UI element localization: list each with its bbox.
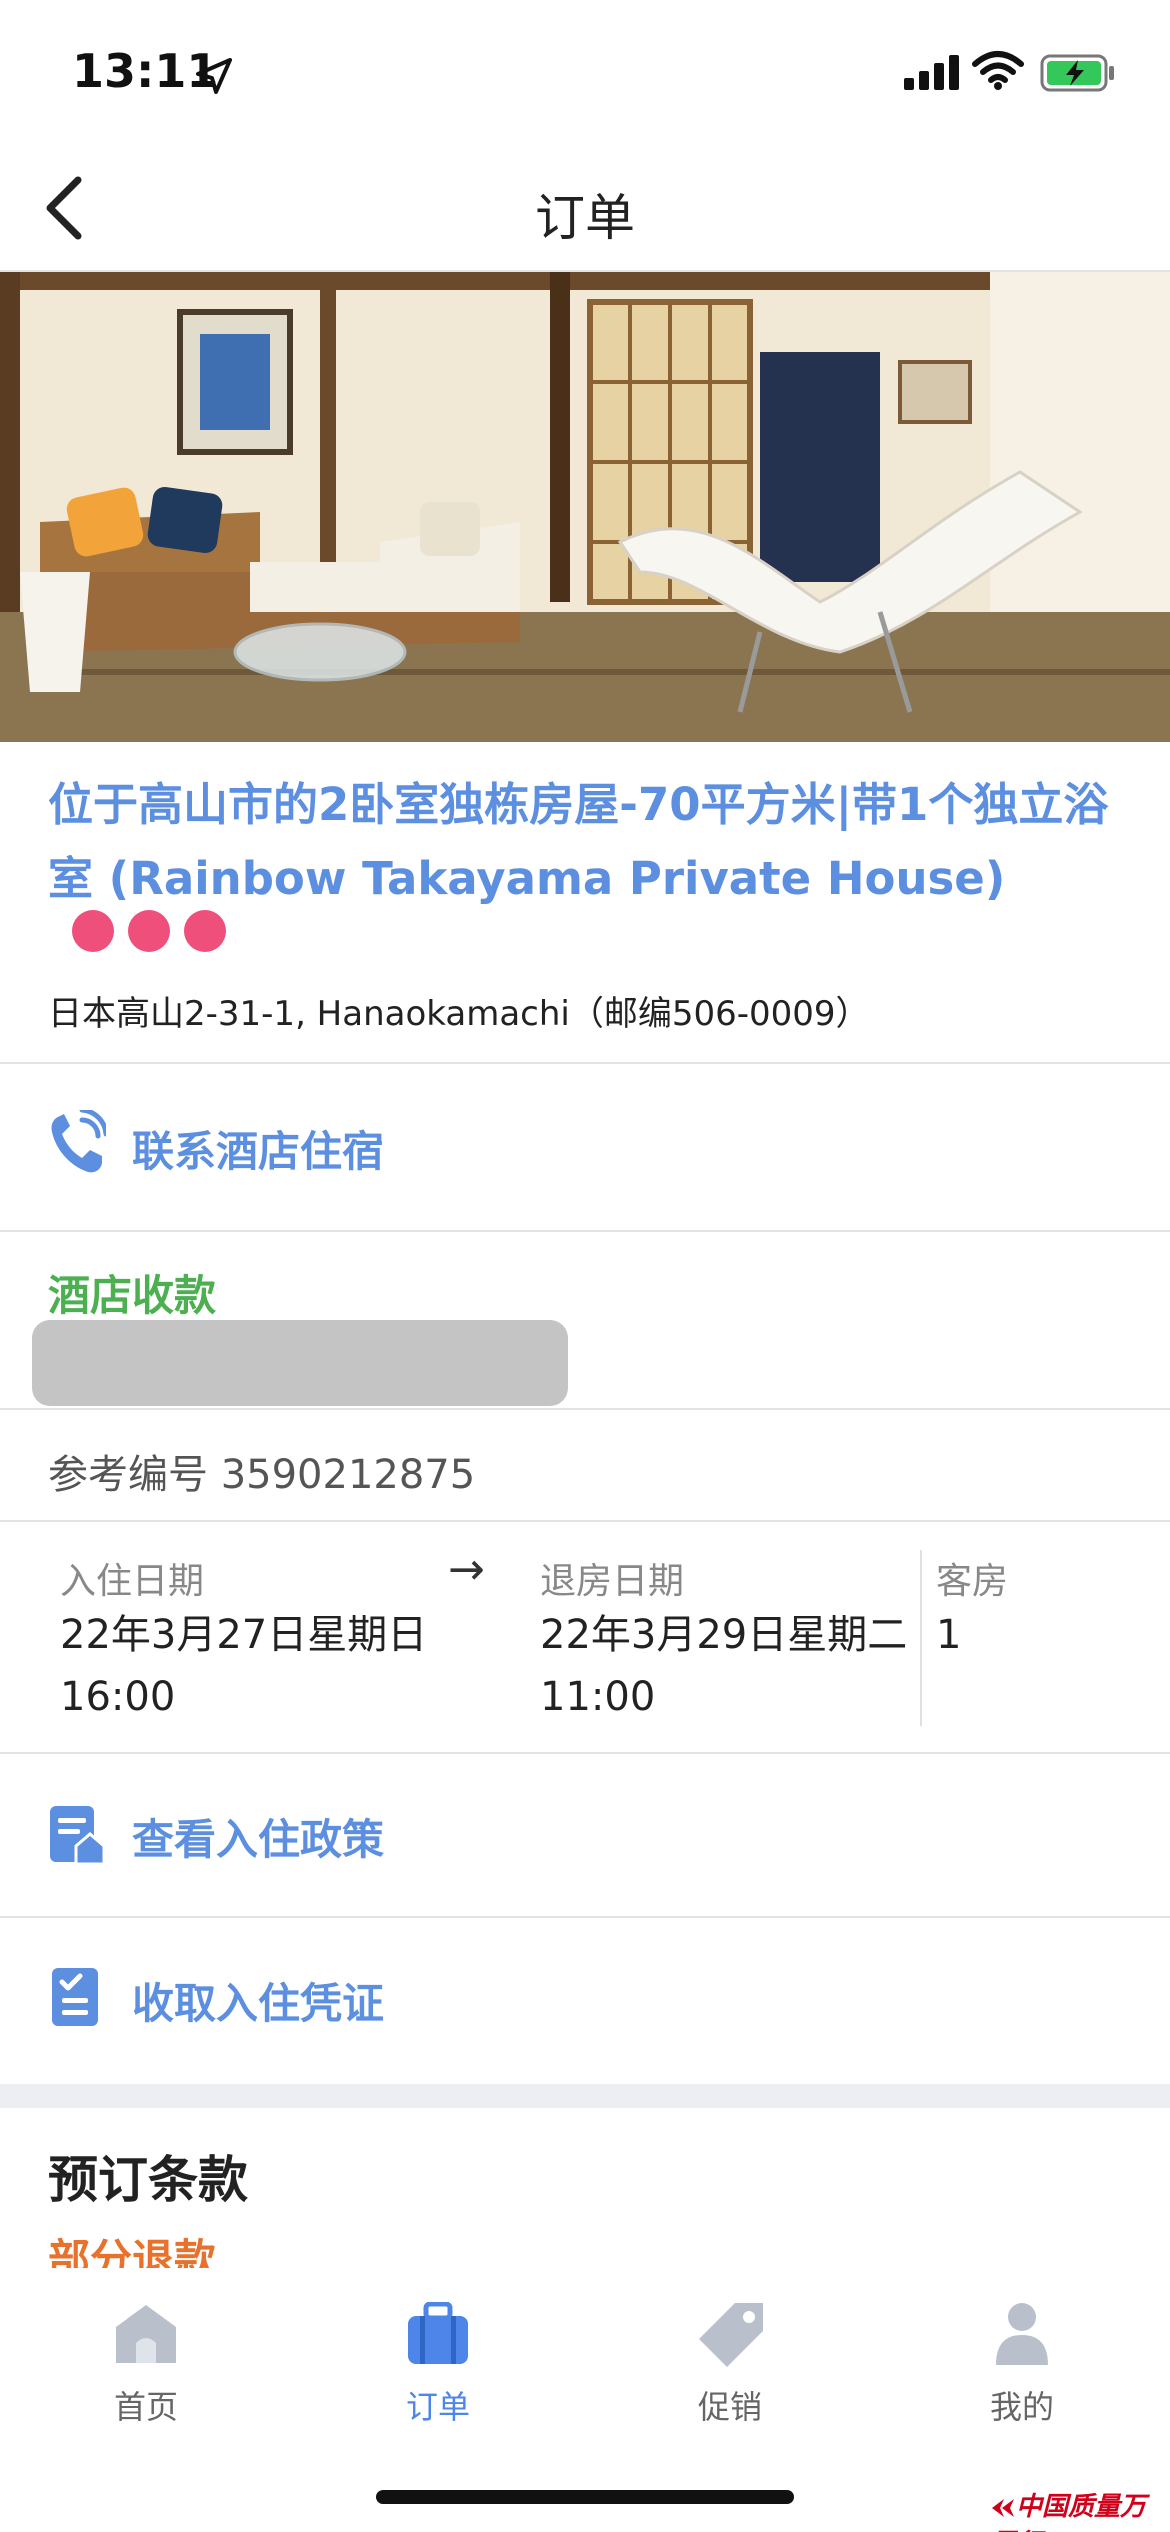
tab-profile[interactable]: 我的: [922, 2296, 1122, 2428]
room-illustration: [0, 272, 1170, 742]
checkin-label: 入住日期: [60, 1561, 205, 1602]
contact-hotel-row[interactable]: 联系酒店住宿: [0, 1064, 1170, 1232]
tab-home[interactable]: 首页: [46, 2296, 246, 2428]
tab-promotions[interactable]: 促销: [630, 2296, 830, 2428]
briefcase-icon: [408, 2302, 468, 2364]
tab-home-label: 首页: [113, 2388, 178, 2426]
tag-icon: [699, 2303, 763, 2367]
checkin-voucher-label: 收取入住凭证: [132, 1979, 385, 2028]
battery-charging-icon: [1040, 54, 1114, 92]
section-gap: [0, 2084, 1170, 2108]
page-title: 订单: [535, 189, 635, 247]
divider: [920, 1550, 922, 1726]
rating-dot: [72, 910, 114, 952]
checkin-date: 22年3月27日星期日: [60, 1612, 428, 1658]
checkout-date: 22年3月29日星期二: [540, 1612, 908, 1658]
stay-dates: 入住日期 22年3月27日星期日 16:00 → 退房日期 22年3月29日星期…: [0, 1522, 1170, 1754]
booking-terms-title: 预订条款: [48, 2151, 248, 2209]
rating-dots: [72, 910, 240, 952]
voucher-checklist-icon: [52, 1968, 98, 2026]
hotel-photo[interactable]: [0, 272, 1170, 742]
hotel-name[interactable]: 位于高山市的2卧室独栋房屋-70平方米|带1个独立浴室 (Rainbow Tak…: [48, 768, 1128, 916]
refund-policy-label: 部分退款: [48, 2235, 217, 2270]
redacted-block: [32, 1320, 568, 1406]
checkin-policy-row[interactable]: 查看入住政策: [0, 1754, 1170, 1918]
tab-promotions-label: 促销: [697, 2388, 762, 2426]
reference-number: 参考编号 3590212875: [48, 1452, 476, 1498]
checkin-policy-label: 查看入住政策: [132, 1815, 385, 1864]
rating-dot: [184, 910, 226, 952]
checkin-voucher-row[interactable]: 收取入住凭证: [0, 1918, 1170, 2084]
arrow-right-icon: →: [448, 1544, 485, 1595]
phone-icon: [51, 1110, 106, 1173]
tab-profile-label: 我的: [989, 2388, 1054, 2426]
policy-document-icon: [50, 1806, 106, 1866]
user-icon: [996, 2303, 1048, 2365]
cellular-signal-icon: [904, 55, 959, 90]
rooms-value: 1: [936, 1612, 962, 1658]
watermark-mark-icon: [992, 2498, 1014, 2517]
status-bar: 13:11: [0, 0, 1170, 150]
rooms-label: 客房: [936, 1561, 1009, 1602]
watermark-logo: 中国质量万里行: [990, 2486, 1170, 2532]
location-arrow-icon: [196, 58, 232, 94]
hotel-address: 日本高山2-31-1, Hanaokamachi（邮编506-0009）: [48, 994, 870, 1034]
rating-dot: [128, 910, 170, 952]
home-indicator[interactable]: [376, 2490, 794, 2504]
payment-label: 酒店收款: [48, 1271, 217, 1320]
checkin-time: 16:00: [60, 1674, 176, 1720]
tab-orders-label: 订单: [405, 2388, 470, 2426]
reference-row: 参考编号 3590212875: [0, 1410, 1170, 1522]
contact-hotel-label: 联系酒店住宿: [132, 1127, 385, 1176]
home-icon: [116, 2305, 176, 2363]
tab-orders[interactable]: 订单: [338, 2296, 538, 2428]
payment-row: 酒店收款: [0, 1232, 1170, 1410]
nav-bar: 订单: [0, 150, 1170, 272]
checkout-time: 11:00: [540, 1674, 656, 1720]
checkout-label: 退房日期: [540, 1561, 685, 1602]
wifi-icon: [972, 51, 1024, 90]
hotel-info: 位于高山市的2卧室独栋房屋-70平方米|带1个独立浴室 (Rainbow Tak…: [0, 742, 1170, 1064]
